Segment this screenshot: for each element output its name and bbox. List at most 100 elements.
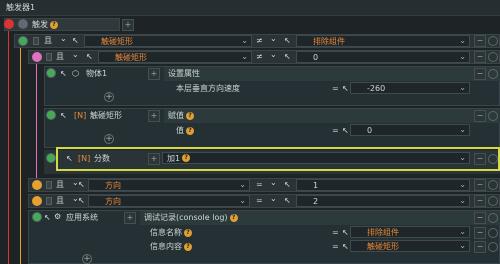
toggle-icon[interactable] — [488, 213, 498, 223]
window-title: 触发器1 — [6, 3, 36, 12]
condition-keyword: 且 — [56, 52, 64, 61]
grip-icon[interactable] — [46, 197, 52, 205]
cursor-icon: ↖ — [284, 52, 291, 61]
value-field[interactable]: 触碰矩形 ⌄ — [350, 240, 470, 252]
cursor-icon: ↖ — [60, 69, 67, 78]
action-node-icon[interactable] — [46, 153, 56, 163]
tree-line — [36, 62, 37, 180]
operator-label: = — [332, 242, 339, 251]
value-field[interactable]: 0 ⌄ — [350, 124, 470, 136]
chevron-down-icon[interactable]: ⌄ — [72, 49, 79, 61]
trigger-label: 触发? — [32, 19, 58, 31]
chevron-down-icon[interactable]: ⌄ — [270, 177, 277, 189]
action-node-icon[interactable] — [32, 212, 42, 222]
action-node-icon[interactable] — [46, 68, 56, 78]
operator-label: = — [332, 228, 339, 237]
cursor-icon: ↖ — [44, 213, 51, 222]
value-field[interactable]: 排除组件 ⌄ — [350, 226, 470, 238]
grip-icon[interactable] — [46, 181, 52, 189]
cursor-icon: ↖ — [60, 111, 67, 120]
operator-label[interactable]: ≠ — [256, 35, 263, 47]
chevron-down-icon[interactable]: ⌄ — [270, 193, 277, 205]
grip-icon[interactable] — [46, 53, 52, 61]
toggle-icon[interactable] — [488, 196, 498, 206]
param-label: 信息内容? — [150, 241, 192, 253]
toggle-icon[interactable] — [488, 242, 498, 252]
variable-tag: [N] — [74, 111, 87, 120]
remove-button[interactable]: − — [474, 35, 486, 47]
condition-keyword: 且 — [56, 196, 64, 205]
cursor-icon: ↖ — [284, 36, 291, 45]
value-field[interactable]: -260 ⌄ — [350, 82, 470, 94]
operand-b-field[interactable]: 1 ⌄ — [296, 179, 470, 191]
condition-node-icon[interactable] — [32, 196, 42, 206]
title-bar: 触发器1 — [0, 0, 500, 16]
condition-keyword: 且 — [56, 180, 64, 189]
add-param-icon[interactable]: + — [104, 134, 114, 144]
selection-highlight — [56, 147, 500, 171]
chevron-down-icon[interactable]: ⌄ — [270, 49, 277, 61]
gear-icon: ⚙ — [54, 212, 62, 221]
operator-label: = — [332, 126, 339, 135]
add-button[interactable]: + — [148, 68, 160, 80]
operand-b-field[interactable]: 0 ⌄ — [296, 51, 470, 63]
trigger-collapse-icon[interactable] — [18, 19, 28, 29]
operator-label[interactable]: = — [256, 195, 263, 207]
add-param-icon[interactable]: + — [104, 92, 114, 102]
condition-node-icon[interactable] — [18, 36, 28, 46]
add-button[interactable]: + — [148, 110, 160, 122]
add-button[interactable]: + — [124, 212, 136, 224]
chevron-down-icon[interactable]: ⌄ — [60, 33, 67, 45]
condition-keyword: 且 — [44, 36, 52, 45]
variable-name: 触碰矩形 — [90, 111, 122, 120]
grip-icon[interactable] — [33, 37, 39, 45]
cursor-icon: ↖ — [284, 196, 291, 205]
operand-a-field[interactable]: 方向 ⌄ — [88, 195, 250, 207]
toggle-icon[interactable] — [488, 111, 498, 121]
trigger-add-button[interactable]: + — [122, 19, 134, 31]
remove-button[interactable]: − — [474, 227, 486, 239]
operator-label[interactable]: = — [256, 179, 263, 191]
toggle-icon[interactable] — [488, 36, 498, 46]
operand-a-field[interactable]: 触碰矩形 ⌄ — [98, 51, 252, 63]
remove-button[interactable]: − — [474, 212, 486, 224]
remove-button[interactable]: − — [474, 179, 486, 191]
condition-node-icon[interactable] — [32, 52, 42, 62]
operand-b-field[interactable]: 排除组件 ⌄ — [296, 35, 470, 47]
system-name: 应用系统 — [66, 213, 98, 222]
remove-button[interactable]: − — [474, 68, 486, 80]
toggle-icon[interactable] — [488, 180, 498, 190]
action-header — [164, 109, 500, 123]
cursor-icon: ↖ — [86, 52, 93, 61]
remove-button[interactable]: − — [474, 241, 486, 253]
tree-line — [8, 28, 9, 264]
cursor-icon: ↖ — [78, 180, 85, 189]
action-label: 调试记录(console log)? — [144, 212, 238, 224]
toggle-icon[interactable] — [488, 69, 498, 79]
cursor-icon: ↖ — [72, 36, 79, 45]
object-name: 物体1 — [86, 69, 108, 78]
cube-icon: ⬡ — [72, 69, 79, 78]
operand-a-field[interactable]: 方向 ⌄ — [88, 179, 250, 191]
action-label: 设置属性 — [168, 69, 200, 78]
remove-button[interactable]: − — [474, 51, 486, 63]
chevron-down-icon[interactable]: ⌄ — [270, 33, 277, 45]
add-param-icon[interactable]: + — [82, 254, 92, 264]
cursor-icon: ↖ — [284, 180, 291, 189]
action-node-icon[interactable] — [46, 110, 56, 120]
trigger-node[interactable] — [4, 19, 14, 29]
action-label: 赋值? — [168, 110, 194, 122]
operand-a-field[interactable]: 触碰矩形 ⌄ — [84, 35, 252, 47]
tree-line — [20, 44, 21, 264]
remove-button[interactable]: − — [474, 195, 486, 207]
operator-label[interactable]: ≠ — [256, 51, 263, 63]
operator-label: = — [332, 84, 339, 93]
action-header — [164, 67, 500, 81]
toggle-icon[interactable] — [488, 228, 498, 238]
remove-button[interactable]: − — [474, 110, 486, 122]
cursor-icon: ↖ — [78, 196, 85, 205]
param-label: 值? — [176, 125, 194, 137]
condition-node-icon[interactable] — [32, 180, 42, 190]
operand-b-field[interactable]: 2 ⌄ — [296, 195, 470, 207]
toggle-icon[interactable] — [488, 52, 498, 62]
